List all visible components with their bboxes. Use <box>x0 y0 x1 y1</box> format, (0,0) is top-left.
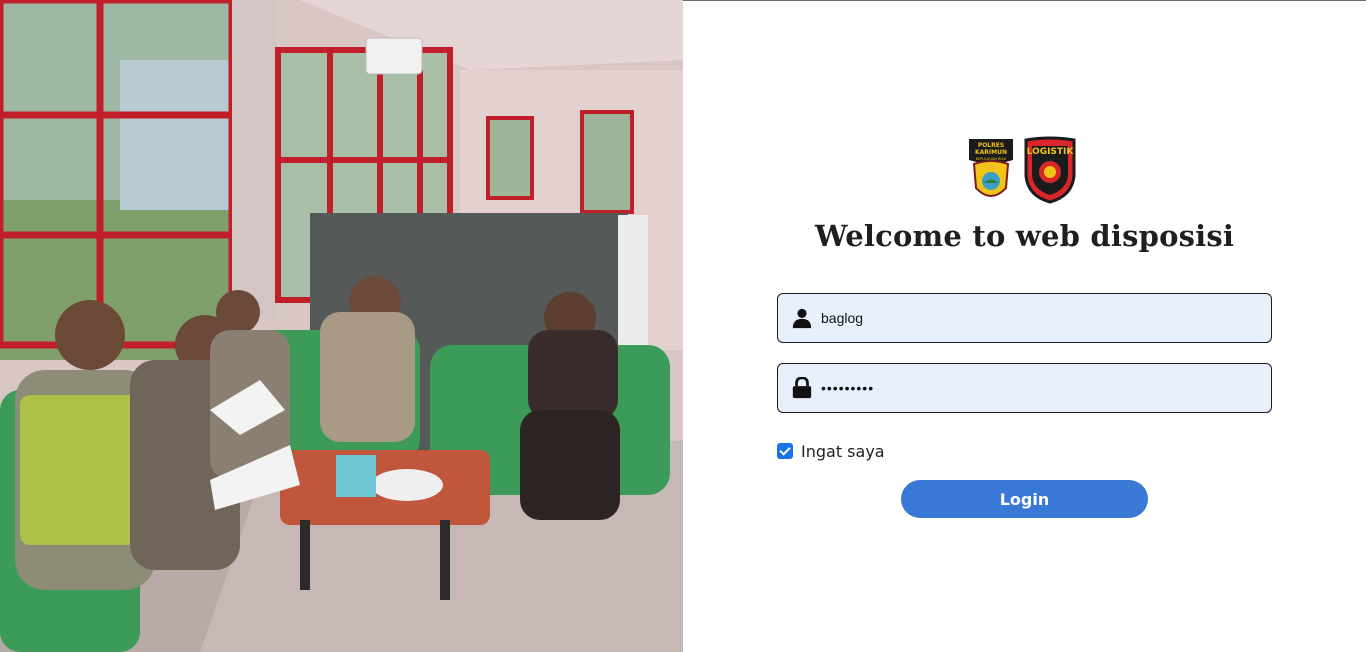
background-photo <box>0 0 683 652</box>
svg-text:KARIMUN: KARIMUN <box>975 149 1007 156</box>
login-panel: POLRES KARIMUN KEPULAUAN RIAU LOGISTIK W… <box>683 1 1366 652</box>
user-icon <box>792 308 812 329</box>
login-button[interactable]: Login <box>901 480 1148 518</box>
logo-group: POLRES KARIMUN KEPULAUAN RIAU LOGISTIK <box>966 136 1076 204</box>
svg-text:LOGISTIK: LOGISTIK <box>1027 147 1075 157</box>
password-field[interactable] <box>777 363 1272 413</box>
remember-checkbox[interactable] <box>777 443 793 459</box>
logistik-badge-icon: LOGISTIK <box>1024 136 1076 204</box>
username-field[interactable] <box>777 293 1272 343</box>
lock-icon <box>792 377 812 399</box>
remember-me[interactable]: Ingat saya <box>777 440 885 462</box>
polres-karimun-badge-icon: POLRES KARIMUN KEPULAUAN RIAU <box>969 139 1013 197</box>
photo-illustration <box>0 0 683 652</box>
username-input[interactable] <box>821 294 1261 342</box>
password-input[interactable] <box>821 364 1261 412</box>
svg-text:POLRES: POLRES <box>978 142 1004 149</box>
page-title: Welcome to web disposisi <box>814 219 1235 253</box>
remember-label: Ingat saya <box>801 441 885 461</box>
